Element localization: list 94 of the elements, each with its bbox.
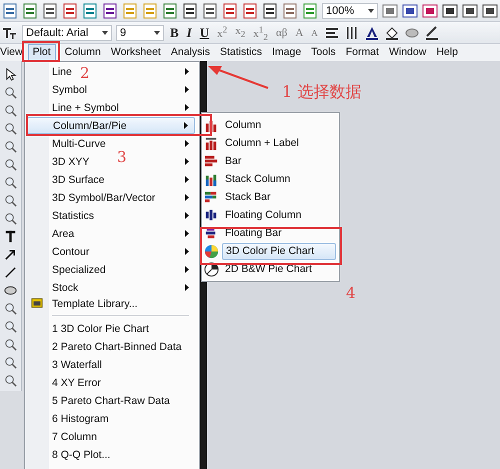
- menu-item[interactable]: Line: [52, 66, 72, 78]
- menu-item[interactable]: 3 Waterfall: [52, 358, 102, 370]
- bar-chart-icon: [204, 154, 219, 168]
- format-button[interactable]: αβ: [274, 24, 290, 40]
- menu-item[interactable]: Window: [384, 45, 432, 60]
- submenu-arrow-icon: [185, 230, 189, 237]
- submenu-arrow-icon: [184, 122, 188, 129]
- menu-item[interactable]: 2D B&W Pie Chart: [222, 260, 336, 278]
- submenu-arrow-icon: [185, 284, 189, 291]
- menu-item[interactable]: Statistics: [52, 210, 94, 222]
- submenu-arrow-icon: [185, 176, 189, 183]
- annotation-arrow: [206, 63, 270, 91]
- annotation-label: 2: [80, 64, 90, 82]
- menu-item[interactable]: Template Library...: [52, 298, 138, 310]
- menu-item[interactable]: Stack Column: [222, 170, 336, 188]
- document-icon[interactable]: [2, 2, 18, 18]
- menu-item[interactable]: Column/Bar/Pie: [27, 117, 195, 134]
- submenu-arrow-icon: [185, 248, 189, 255]
- arrow-tool-icon[interactable]: [3, 247, 18, 262]
- submenu-arrow-icon: [185, 140, 189, 147]
- menu-item[interactable]: 3D Color Pie Chart: [222, 242, 336, 260]
- menu-item[interactable]: Column: [222, 116, 336, 134]
- menu-item[interactable]: 5 Pareto Chart-Raw Data: [52, 394, 170, 406]
- bar-chart-icon: [204, 190, 219, 204]
- text-tool-icon[interactable]: [3, 229, 18, 244]
- pie-chart-icon: [204, 244, 219, 258]
- menu-item[interactable]: Plot: [28, 44, 56, 61]
- highlight-box: [22, 41, 60, 62]
- submenu-arrow-icon: [185, 194, 189, 201]
- menu-item[interactable]: Statistics: [214, 45, 267, 60]
- menu-item[interactable]: 8 Q-Q Plot...: [52, 448, 110, 460]
- menu-item[interactable]: 2 Pareto Chart-Binned Data: [52, 340, 182, 352]
- menu-item[interactable]: View: [0, 45, 28, 60]
- font-dropdown[interactable]: Default: Arial: [22, 24, 112, 40]
- annotation-label: 3: [117, 148, 127, 166]
- menu-item[interactable]: Image: [266, 45, 306, 60]
- column-chart-icon: [204, 208, 219, 222]
- document-icon[interactable]: [102, 2, 118, 18]
- menu-item[interactable]: Worksheet: [106, 45, 166, 60]
- menu-item[interactable]: Analysis: [166, 45, 215, 60]
- caret-icon: [102, 30, 108, 34]
- menu-item[interactable]: 6 Histogram: [52, 412, 109, 424]
- format-button[interactable]: A: [293, 24, 306, 40]
- menu-item[interactable]: 3D Symbol/Bar/Vector: [52, 192, 156, 204]
- submenu-arrow-icon: [185, 158, 189, 165]
- submenu-arrow-icon: [185, 266, 189, 273]
- submenu-arrow-icon: [185, 86, 189, 93]
- menu-item[interactable]: 1 3D Color Pie Chart: [52, 322, 149, 334]
- format-button[interactable]: I: [184, 24, 194, 40]
- menu-item[interactable]: 4 XY Error: [52, 376, 101, 388]
- pie-chart-icon: [204, 262, 219, 276]
- menu-item[interactable]: Format: [340, 45, 384, 60]
- zoom-in-icon[interactable]: [3, 85, 18, 100]
- submenu-arrow-icon: [185, 104, 189, 111]
- submenu-arrow-icon: [185, 68, 189, 75]
- menu-item[interactable]: 3D XYY: [52, 156, 90, 168]
- menu-item[interactable]: Multi-Curve: [52, 138, 106, 150]
- menu-item[interactable]: Column + Label: [222, 134, 336, 152]
- menu-item[interactable]: Floating Column: [222, 206, 336, 224]
- menu-item[interactable]: Stack Bar: [222, 188, 336, 206]
- menu-item[interactable]: 3D Surface: [52, 174, 105, 186]
- annotation-label: 4: [346, 284, 356, 302]
- zoom-dropdown[interactable]: 100%: [322, 2, 378, 18]
- font-color-icon[interactable]: [364, 24, 380, 40]
- caret-icon: [368, 8, 374, 12]
- font-size-dropdown[interactable]: 9: [116, 24, 164, 40]
- document-icon[interactable]: [42, 2, 58, 18]
- fill-color-icon[interactable]: [384, 24, 400, 40]
- format-button[interactable]: A: [309, 24, 320, 40]
- column-chart-icon: [204, 136, 219, 150]
- menu-item[interactable]: Column: [60, 45, 106, 60]
- menu-item[interactable]: 7 Column: [52, 430, 97, 442]
- menu-item[interactable]: Help: [431, 45, 463, 60]
- document-icon[interactable]: [62, 2, 78, 18]
- format-button[interactable]: U: [198, 24, 212, 40]
- line-color-icon[interactable]: [424, 24, 440, 40]
- annotation-label: 1 选择数据: [282, 82, 362, 103]
- line-tool-icon[interactable]: [3, 265, 18, 280]
- caret-icon: [154, 30, 160, 34]
- submenu-arrow-icon: [185, 212, 189, 219]
- format-button[interactable]: x$^{2}$: [215, 24, 230, 40]
- document-icon[interactable]: [82, 2, 98, 18]
- menu-item[interactable]: Stock: [52, 282, 78, 294]
- menu-item[interactable]: Contour: [52, 246, 90, 258]
- menu-item[interactable]: Tools: [306, 45, 341, 60]
- menu-item[interactable]: Symbol: [52, 84, 88, 96]
- document-icon[interactable]: [462, 2, 478, 18]
- format-button[interactable]: x$_{2}$: [233, 24, 248, 40]
- menu-item[interactable]: Line + Symbol: [52, 102, 119, 114]
- format-button[interactable]: B: [168, 24, 181, 40]
- menu-item[interactable]: Specialized: [52, 264, 106, 276]
- menu-item[interactable]: Area: [52, 228, 74, 240]
- menu-item[interactable]: Floating Bar: [222, 224, 336, 242]
- menu-item[interactable]: Bar: [222, 152, 336, 170]
